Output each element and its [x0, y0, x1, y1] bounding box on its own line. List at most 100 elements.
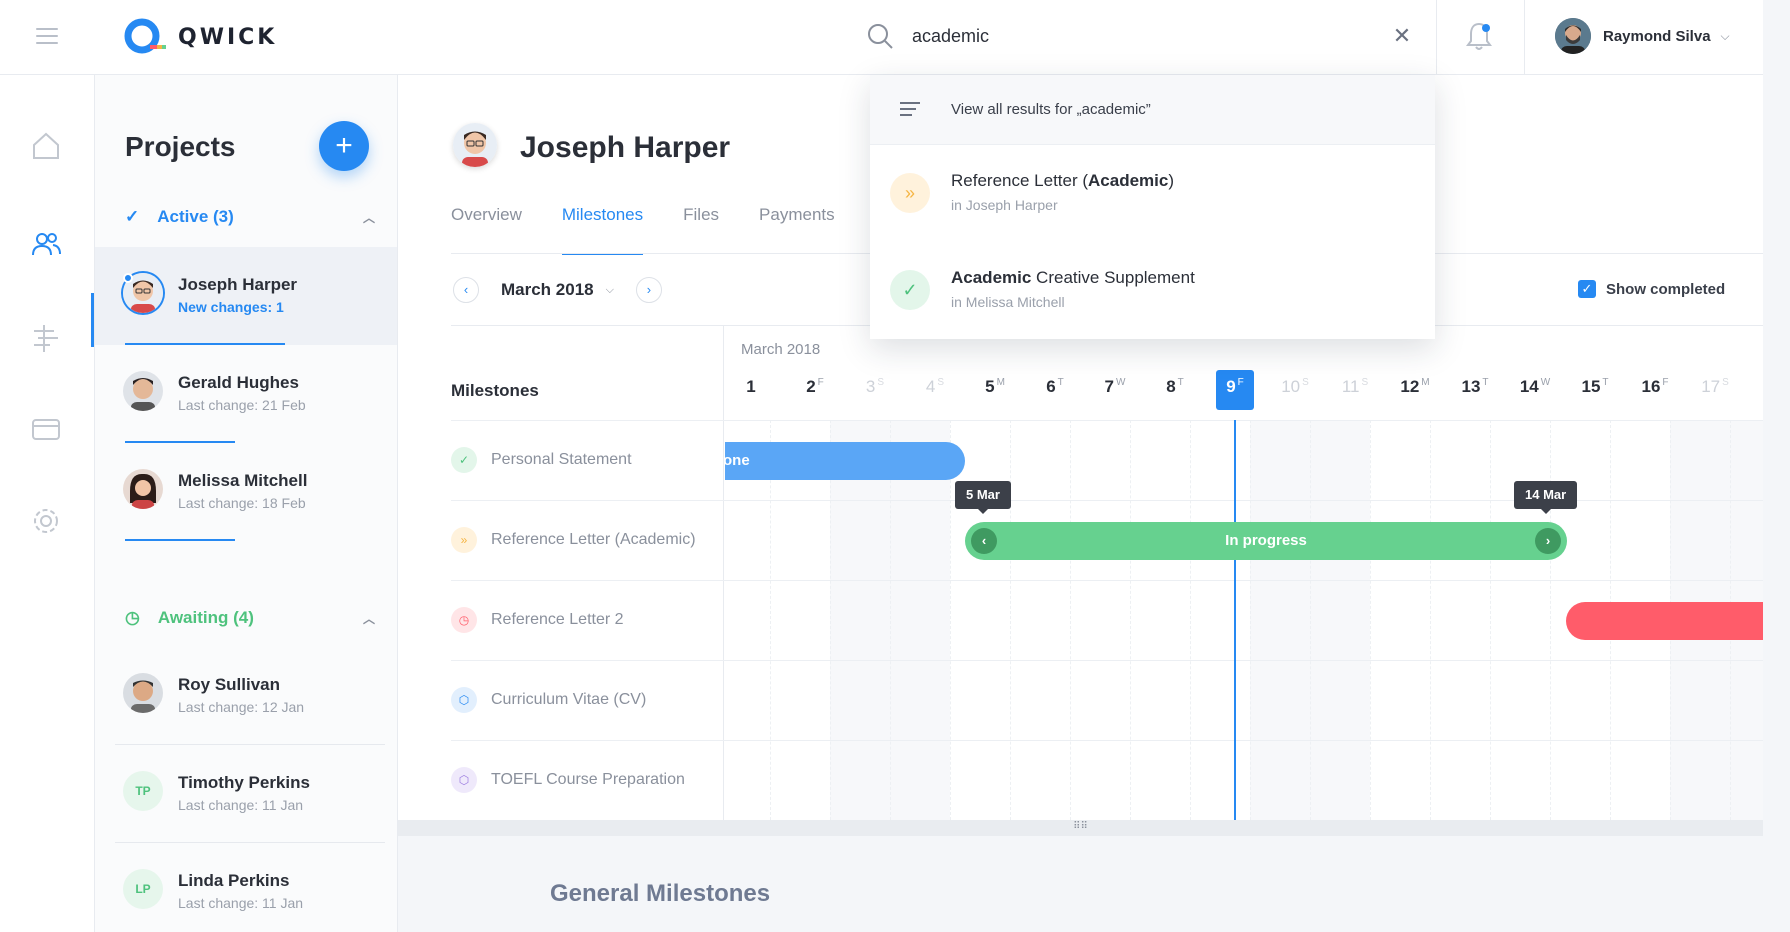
project-item[interactable]: Joseph Harper New changes: 1	[95, 247, 397, 345]
tab-files[interactable]: Files	[683, 205, 719, 255]
day-header-today: 9F	[1226, 377, 1244, 396]
tabs: Overview Milestones Files Payments	[451, 205, 875, 255]
card-icon[interactable]	[30, 413, 62, 445]
milestone-row[interactable]: ⬡ Curriculum Vitae (CV)	[451, 660, 1763, 740]
user-menu[interactable]: Raymond Silva ⌵	[1555, 18, 1730, 54]
search-result[interactable]: ✓ Academic Creative Supplement in Meliss…	[870, 242, 1435, 339]
month-navigator: ‹ March 2018 ⌵ ›	[453, 277, 662, 303]
next-month-button[interactable]: ›	[635, 277, 662, 303]
clock-icon: ◷	[125, 608, 140, 627]
project-name: Gerald Hughes	[178, 373, 299, 392]
avatar	[123, 673, 163, 713]
tab-payments[interactable]: Payments	[759, 205, 835, 255]
active-group-header[interactable]: ✓ Active (3) ︿	[125, 207, 375, 227]
day-header: 8T	[1166, 377, 1184, 396]
bell-icon[interactable]	[1464, 20, 1494, 52]
project-item[interactable]: Roy Sullivan Last change: 12 Jan	[95, 647, 397, 745]
divider	[1524, 0, 1525, 75]
day-header: 17 S	[1701, 377, 1729, 396]
chevron-up-icon: ︿	[362, 210, 375, 225]
project-status: Last change: 11 Jan	[178, 895, 304, 911]
checkbox-icon[interactable]: ✓	[1578, 280, 1596, 298]
avatar	[123, 371, 163, 411]
check-icon: ✓	[890, 270, 930, 310]
general-milestones-section: General Milestones	[398, 836, 1763, 932]
milestone-name: Reference Letter 2	[491, 611, 624, 628]
day-header: 10 S	[1281, 377, 1309, 396]
day-header: 11 S	[1341, 377, 1369, 396]
view-all-label: View all results for „academic”	[951, 101, 1151, 118]
search-results-dropdown: View all results for „academic” » Refere…	[870, 75, 1435, 339]
milestone-bar[interactable]: In progress ‹ ›	[965, 522, 1567, 560]
timeline-icon[interactable]	[30, 322, 62, 354]
project-name: Roy Sullivan	[178, 675, 281, 694]
avatar	[1555, 18, 1591, 54]
gear-icon[interactable]	[30, 505, 62, 537]
add-project-button[interactable]: +	[319, 121, 369, 171]
search-icon	[868, 24, 893, 49]
view-all-results[interactable]: View all results for „academic”	[870, 75, 1435, 145]
project-status: New changes: 1	[178, 299, 284, 315]
cube-icon: ⬡	[451, 687, 477, 713]
day-header: 14 W	[1519, 377, 1551, 396]
milestone-name: TOEFL Course Preparation	[491, 771, 685, 788]
prev-month-button[interactable]: ‹	[453, 277, 479, 303]
user-name: Raymond Silva	[1603, 27, 1711, 45]
day-header: 1T	[746, 377, 764, 396]
project-item[interactable]: TP Timothy Perkins Last change: 11 Jan	[95, 745, 397, 843]
milestone-name: Curriculum Vitae (CV)	[491, 691, 647, 708]
project-name: Joseph Harper	[178, 275, 298, 294]
logo[interactable]: QWICK	[124, 16, 277, 58]
chevron-right-icon[interactable]: ›	[1535, 528, 1561, 554]
new-changes-dot	[123, 273, 133, 283]
resize-handle[interactable]: ⠿⠿	[398, 820, 1763, 836]
list-icon	[900, 102, 920, 118]
day-header: 15 T	[1581, 377, 1609, 396]
nav-active-indicator	[91, 293, 94, 347]
milestones-header: Milestones	[451, 381, 539, 400]
result-title: Academic Creative Supplement	[951, 268, 1195, 287]
client-name: Joseph Harper	[520, 131, 731, 164]
milestone-bar[interactable]	[1566, 602, 1763, 640]
result-context: in Joseph Harper	[951, 197, 1058, 213]
avatar	[123, 469, 163, 509]
day-header: 6T	[1046, 377, 1064, 396]
day-header: 4S	[925, 377, 945, 396]
menu-icon[interactable]	[36, 28, 58, 44]
day-header: 5M	[985, 377, 1005, 396]
avatar-initials: LP	[123, 869, 163, 909]
project-name: Melissa Mitchell	[178, 471, 308, 490]
alarm-icon: ◷	[451, 607, 477, 633]
milestone-row[interactable]: ✓ Personal Statement	[451, 420, 1763, 500]
milestone-bar[interactable]: one	[725, 442, 965, 480]
tab-overview[interactable]: Overview	[451, 205, 522, 255]
result-title: Reference Letter (Academic)	[951, 171, 1175, 190]
milestone-row[interactable]: ⬡ TOEFL Course Preparation	[451, 740, 1763, 820]
milestone-name: Personal Statement	[491, 451, 632, 468]
timeline-month: March 2018	[741, 341, 821, 358]
section-title: General Milestones	[550, 880, 771, 907]
forward-icon: »	[451, 527, 477, 553]
chevron-down-icon[interactable]: ⌵	[606, 284, 614, 297]
logo-text: QWICK	[178, 24, 278, 50]
users-icon[interactable]	[30, 228, 62, 260]
projects-title: Projects	[125, 131, 236, 162]
project-status: Last change: 11 Jan	[178, 797, 304, 813]
search-result[interactable]: » Reference Letter (Academic) in Joseph …	[870, 145, 1435, 242]
home-icon[interactable]	[30, 130, 62, 162]
chevron-left-icon[interactable]: ‹	[971, 528, 997, 554]
project-item[interactable]: Melissa Mitchell Last change: 18 Feb	[95, 443, 397, 541]
topbar: QWICK ✕ Raymond Silva ⌵	[0, 0, 1763, 75]
tab-milestones[interactable]: Milestones	[561, 205, 644, 255]
project-item[interactable]: Gerald Hughes Last change: 21 Feb	[95, 345, 397, 443]
result-context: in Melissa Mitchell	[951, 294, 1065, 310]
awaiting-group-header[interactable]: ◷ Awaiting (4) ︿	[125, 608, 375, 628]
day-header: 2F	[806, 377, 824, 396]
progress-bar	[125, 539, 235, 541]
avatar-initials: TP	[123, 771, 163, 811]
clear-search-icon[interactable]: ✕	[1390, 24, 1414, 48]
left-nav	[0, 75, 95, 932]
show-completed-toggle[interactable]: ✓ Show completed	[1578, 280, 1725, 298]
project-item[interactable]: LP Linda Perkins Last change: 11 Jan	[95, 843, 397, 932]
search-input[interactable]	[912, 18, 1372, 54]
